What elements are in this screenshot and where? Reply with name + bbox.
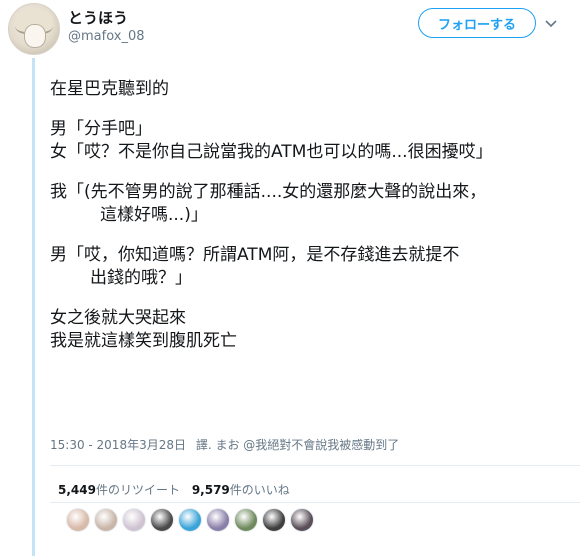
retweets-label: 件のリツイート — [95, 483, 180, 497]
liker-avatar-3[interactable] — [122, 508, 146, 532]
retweets-stat[interactable]: 5,449件のリツイート — [58, 483, 180, 497]
divider — [50, 465, 580, 466]
liker-avatar-9[interactable] — [290, 508, 314, 532]
tweet-line: 男「哎，你知道嗎？所謂ATM阿，是不存錢進去就提不 — [50, 245, 460, 265]
likes-stat[interactable]: 9,579件のいいね — [192, 483, 290, 497]
liker-avatars — [66, 508, 314, 532]
liker-avatar-7[interactable] — [234, 508, 258, 532]
tweet-line: 我是就這樣笑到腹肌死亡 — [50, 331, 237, 351]
liker-avatar-4[interactable] — [150, 508, 174, 532]
tweet-line: 在星巴克聽到的 — [50, 79, 169, 99]
tweet-line: 我「(先不管男的說了那種話....女的還那麼大聲的說出來， — [50, 182, 487, 202]
liker-avatar-1[interactable] — [66, 508, 90, 532]
tweet-line: 出錢的哦？」 — [90, 268, 192, 288]
liker-avatar-8[interactable] — [262, 508, 286, 532]
follow-button[interactable]: フォローする — [418, 8, 536, 38]
chevron-down-icon[interactable] — [544, 16, 558, 30]
liker-avatar-2[interactable] — [94, 508, 118, 532]
translation-note: 譯. まお @我絕對不會說我被感動到了 — [195, 438, 400, 452]
tweet-stats: 5,449件のリツイート 9,579件のいいね — [58, 481, 290, 498]
tweet-line: 男「分手吧」 — [50, 119, 152, 139]
user-handle[interactable]: @mafox_08 — [68, 29, 145, 44]
divider — [50, 502, 580, 503]
liker-avatar-6[interactable] — [206, 508, 230, 532]
timestamp[interactable]: 15:30 - 2018年3月28日 — [50, 438, 186, 452]
tweet-line: 女之後就大哭起來 — [50, 308, 186, 328]
tweet-meta: 15:30 - 2018年3月28日 譯. まお @我絕對不會說我被感動到了 — [50, 436, 399, 453]
liker-avatar-5[interactable] — [178, 508, 202, 532]
thread-line — [32, 58, 35, 556]
likes-label: 件のいいね — [229, 483, 290, 497]
likes-count: 9,579 — [191, 483, 230, 497]
display-name[interactable]: とうほう — [68, 7, 128, 28]
tweet-line: 這樣好嗎...)」 — [100, 205, 208, 225]
retweets-count: 5,449 — [58, 483, 96, 497]
avatar-face — [24, 24, 46, 48]
user-avatar[interactable] — [8, 3, 60, 55]
tweet-text: 在星巴克聽到的 男「分手吧」 女「哎？不是你自己說當我的ATM也可以的嗎...很… — [50, 78, 493, 353]
tweet-line: 女「哎？不是你自己說當我的ATM也可以的嗎...很困擾哎」 — [50, 142, 493, 162]
